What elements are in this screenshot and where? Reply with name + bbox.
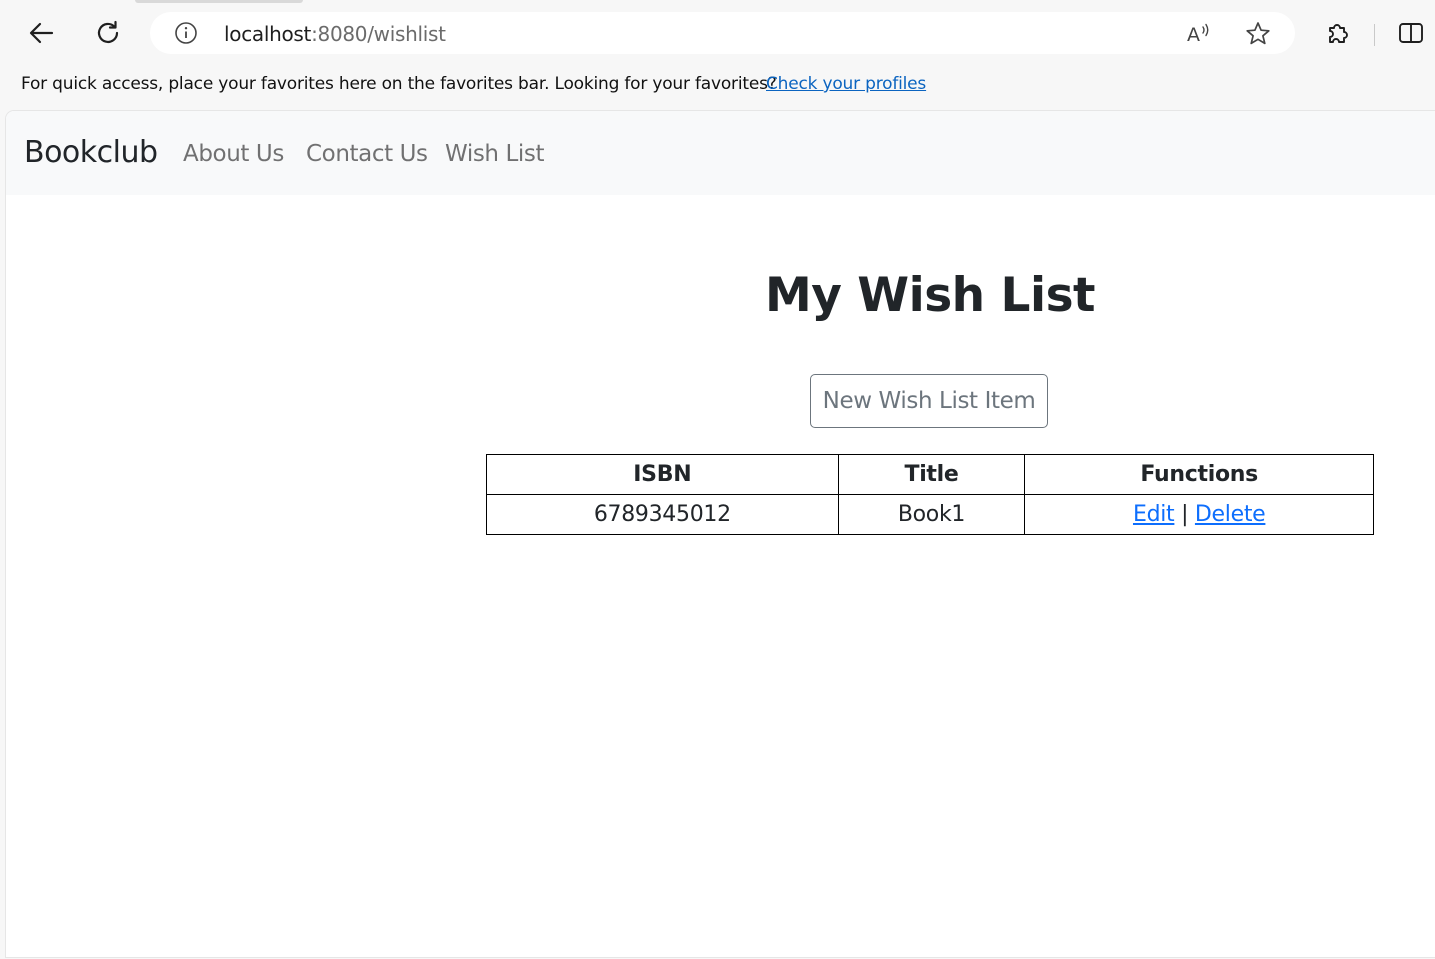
extensions-icon bbox=[1329, 24, 1348, 43]
extensions-button[interactable] bbox=[1320, 15, 1356, 51]
address-bar[interactable]: localhost:8080/wishlist A bbox=[150, 12, 1295, 54]
column-header-title: Title bbox=[837, 454, 1026, 495]
wish-list-table: ISBN Title Functions 6789345012 Book1 Ed… bbox=[486, 454, 1374, 535]
delete-link[interactable]: Delete bbox=[1195, 502, 1266, 527]
table-row: 6789345012 Book1 Edit | Delete bbox=[486, 494, 1374, 535]
toolbar-separator bbox=[1374, 24, 1375, 46]
site-info-button[interactable] bbox=[174, 21, 198, 45]
page-viewport: Bookclub About Us Contact Us Wish List M… bbox=[6, 111, 1435, 957]
table-header-row: ISBN Title Functions bbox=[486, 454, 1374, 495]
favorites-message: For quick access, place your favorites h… bbox=[21, 74, 777, 94]
new-wish-list-item-button[interactable]: New Wish List Item bbox=[810, 374, 1048, 428]
favorite-star-icon[interactable] bbox=[1244, 20, 1272, 48]
column-header-functions: Functions bbox=[1024, 454, 1374, 495]
svg-text:A: A bbox=[1187, 24, 1200, 45]
url-text[interactable]: localhost:8080/wishlist bbox=[224, 22, 446, 46]
cell-functions: Edit | Delete bbox=[1024, 494, 1374, 535]
read-aloud-icon[interactable]: A bbox=[1186, 21, 1212, 45]
back-button[interactable] bbox=[23, 15, 59, 51]
back-arrow-icon bbox=[29, 22, 54, 44]
active-tab-edge bbox=[135, 0, 303, 3]
column-header-isbn: ISBN bbox=[486, 454, 839, 495]
site-navbar: Bookclub About Us Contact Us Wish List bbox=[6, 111, 1435, 195]
nav-link-contact[interactable]: Contact Us bbox=[306, 141, 428, 167]
url-path: :8080/wishlist bbox=[311, 22, 446, 46]
browser-toolbar: localhost:8080/wishlist A bbox=[0, 4, 1435, 62]
nav-link-about[interactable]: About Us bbox=[183, 141, 284, 167]
cell-isbn: 6789345012 bbox=[486, 494, 839, 535]
url-host: localhost bbox=[224, 22, 312, 46]
refresh-icon bbox=[97, 20, 119, 43]
brand-link[interactable]: Bookclub bbox=[24, 135, 158, 170]
favorites-bar: For quick access, place your favorites h… bbox=[0, 62, 1435, 110]
edit-link[interactable]: Edit bbox=[1133, 502, 1175, 527]
refresh-button[interactable] bbox=[90, 15, 126, 51]
cell-title: Book1 bbox=[837, 494, 1026, 535]
split-screen-button[interactable] bbox=[1393, 15, 1429, 51]
split-screen-icon bbox=[1399, 23, 1423, 43]
page-title: My Wish List bbox=[764, 268, 1096, 323]
check-profiles-link[interactable]: Check your profiles bbox=[766, 74, 926, 94]
nav-link-wish-list[interactable]: Wish List bbox=[445, 141, 545, 167]
link-separator: | bbox=[1181, 502, 1189, 527]
info-icon bbox=[175, 22, 197, 44]
